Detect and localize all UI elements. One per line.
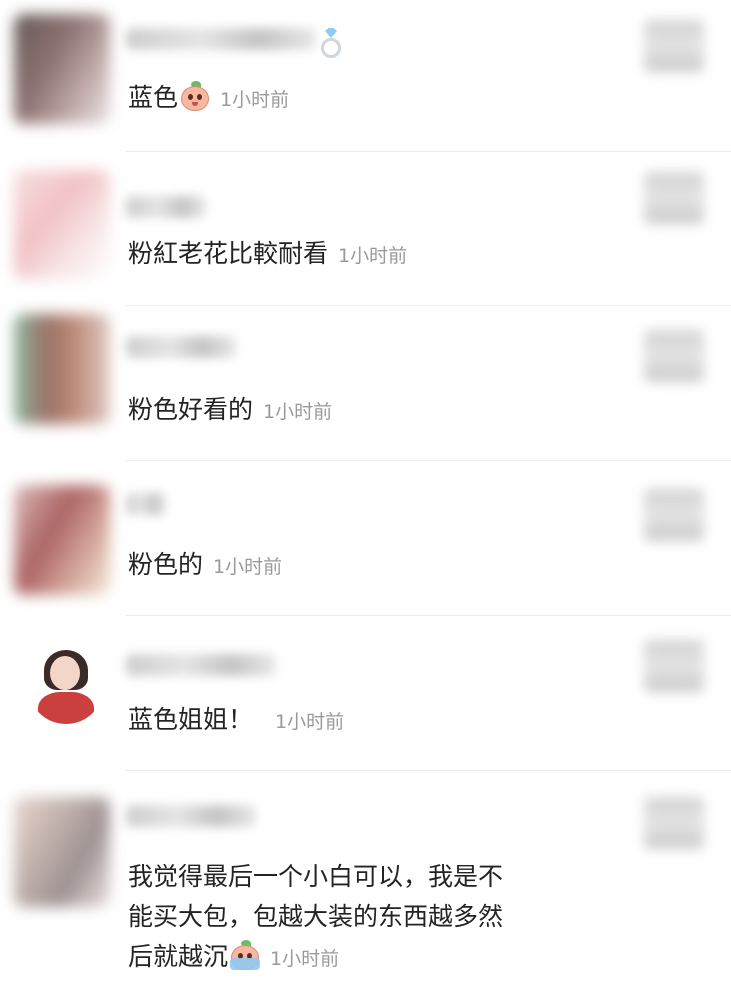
comment-list: 蓝色 1小时前 粉紅老花比較耐看 1小时前 粉色好看的 1小时前 粉色的 1小时前 xyxy=(0,0,731,1000)
comment-text: 蓝色姐姐！ xyxy=(128,705,254,734)
comment-item[interactable]: 蓝色 1小时前 xyxy=(0,0,731,152)
username[interactable] xyxy=(126,654,276,676)
like-button[interactable] xyxy=(644,489,704,541)
diamond-ring-icon xyxy=(320,28,342,58)
comment-time: 1小时前 xyxy=(270,948,340,970)
username[interactable] xyxy=(126,805,256,827)
avatar[interactable] xyxy=(14,797,110,907)
comment-text-line: 后就越沉 xyxy=(128,942,229,971)
comment-text: 粉紅老花比較耐看 xyxy=(128,239,329,268)
comment-time: 1小时前 xyxy=(263,401,333,423)
comment-item[interactable]: 我觉得最后一个小白可以，我是不 能买大包，包越大装的东西越多然 后就越沉 1小时前 xyxy=(0,771,731,1000)
comment-content: 蓝色 1小时前 xyxy=(128,80,611,118)
avatar[interactable] xyxy=(14,314,110,424)
username[interactable] xyxy=(126,336,236,358)
comment-item[interactable]: 粉色的 1小时前 xyxy=(0,461,731,616)
peach-crying-emoji-icon xyxy=(230,940,261,970)
comment-time: 1小时前 xyxy=(338,245,408,267)
like-button[interactable] xyxy=(644,172,704,224)
comment-item[interactable]: 蓝色姐姐！ 1小时前 xyxy=(0,616,731,771)
comment-time: 1小时前 xyxy=(275,711,345,733)
comment-text-line: 能买大包，包越大装的东西越多然 xyxy=(128,902,504,931)
comment-text-line: 我觉得最后一个小白可以，我是不 xyxy=(128,862,504,891)
like-button[interactable] xyxy=(644,640,704,692)
comment-text: 粉色的 xyxy=(128,550,204,579)
peach-shy-emoji-icon xyxy=(180,81,210,111)
like-button[interactable] xyxy=(644,20,704,72)
avatar[interactable] xyxy=(14,170,110,280)
comment-content: 粉色的 1小时前 xyxy=(128,547,611,585)
like-button[interactable] xyxy=(644,797,704,849)
comment-content: 蓝色姐姐！ 1小时前 xyxy=(128,702,611,740)
username[interactable] xyxy=(126,196,206,218)
comment-text: 粉色好看的 xyxy=(128,395,254,424)
comment-content: 我觉得最后一个小白可以，我是不 能买大包，包越大装的东西越多然 后就越沉 1小时前 xyxy=(128,857,611,979)
comment-content: 粉色好看的 1小时前 xyxy=(128,392,611,430)
avatar[interactable] xyxy=(14,485,110,595)
username[interactable] xyxy=(126,28,316,50)
like-button[interactable] xyxy=(644,330,704,382)
avatar[interactable] xyxy=(14,14,110,124)
comment-content: 粉紅老花比較耐看 1小时前 xyxy=(128,236,611,274)
comment-time: 1小时前 xyxy=(213,556,283,578)
avatar[interactable] xyxy=(28,648,104,724)
comment-time: 1小时前 xyxy=(220,89,290,111)
comment-item[interactable]: 粉色好看的 1小时前 xyxy=(0,306,731,461)
username[interactable] xyxy=(126,493,166,515)
comment-text: 蓝色 xyxy=(128,83,179,112)
comment-item[interactable]: 粉紅老花比較耐看 1小时前 xyxy=(0,152,731,306)
